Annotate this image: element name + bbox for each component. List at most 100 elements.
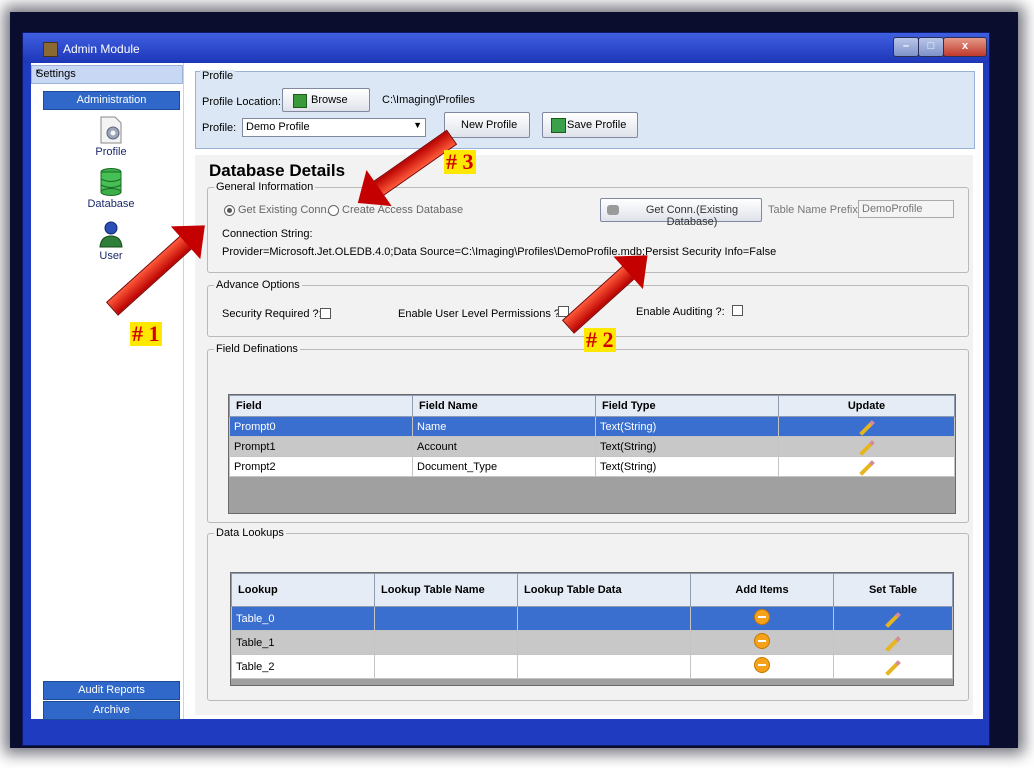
cell-lookup[interactable]: Table_1 xyxy=(231,630,375,655)
close-button[interactable]: x xyxy=(943,37,987,57)
browse-icon xyxy=(293,94,307,108)
update-cell[interactable] xyxy=(778,456,955,477)
lookup-grid: Lookup Lookup Table Name Lookup Table Da… xyxy=(230,572,954,686)
cell-lookup-data[interactable] xyxy=(517,606,691,631)
set-table-cell[interactable] xyxy=(833,630,953,655)
column-header[interactable]: Lookup xyxy=(231,573,375,607)
add-items-cell[interactable] xyxy=(690,654,834,679)
set-table-cell[interactable] xyxy=(833,606,953,631)
table-row[interactable]: Table_2 xyxy=(231,654,953,679)
table-row[interactable]: Prompt0 Name Text(String) xyxy=(229,416,955,437)
data-lookups-legend: Data Lookups xyxy=(214,527,286,539)
app-window: Admin Module – □ x Settings ᵖ Administra… xyxy=(22,32,990,746)
radio-existing[interactable] xyxy=(224,205,235,216)
sidebar-item-label: Database xyxy=(87,198,135,210)
cell-lookup-name[interactable] xyxy=(374,606,518,631)
add-items-icon[interactable] xyxy=(754,633,770,649)
security-label: Security Required ?: xyxy=(222,308,322,320)
security-checkbox[interactable] xyxy=(320,308,331,319)
column-header[interactable]: Update xyxy=(778,395,955,417)
column-header[interactable]: Lookup Table Data xyxy=(517,573,691,607)
update-cell[interactable] xyxy=(778,416,955,437)
field-grid: Field Field Name Field Type Update Promp… xyxy=(228,394,956,514)
app-icon xyxy=(43,42,58,57)
user-level-label: Enable User Level Permissions ?: xyxy=(398,308,564,320)
table-row[interactable]: Prompt1 Account Text(String) xyxy=(229,436,955,457)
cell-field-type[interactable]: Text(String) xyxy=(595,416,779,437)
table-row[interactable]: Table_1 xyxy=(231,630,953,655)
add-items-cell[interactable] xyxy=(690,606,834,631)
add-items-icon[interactable] xyxy=(754,657,770,673)
cell-lookup-data[interactable] xyxy=(517,654,691,679)
set-table-cell[interactable] xyxy=(833,654,953,679)
cell-field-name[interactable]: Name xyxy=(412,416,596,437)
save-profile-button[interactable]: Save Profile xyxy=(542,112,638,138)
window-title: Admin Module xyxy=(63,42,140,56)
cell-field-name[interactable]: Account xyxy=(412,436,596,457)
sidebar-item-profile[interactable]: Profile xyxy=(71,115,151,163)
auditing-checkbox[interactable] xyxy=(732,305,743,316)
prefix-input[interactable]: DemoProfile xyxy=(858,200,954,218)
cell-field-type[interactable]: Text(String) xyxy=(595,436,779,457)
sidebar-item-user[interactable]: User xyxy=(71,219,151,267)
cell-lookup-data[interactable] xyxy=(517,630,691,655)
table-row[interactable]: Prompt2 Document_Type Text(String) xyxy=(229,456,955,477)
maximize-button[interactable]: □ xyxy=(918,37,944,57)
cell-lookup[interactable]: Table_2 xyxy=(231,654,375,679)
pencil-icon[interactable] xyxy=(858,459,875,476)
column-header[interactable]: Lookup Table Name xyxy=(374,573,518,607)
radio-create[interactable] xyxy=(328,205,339,216)
get-conn-button[interactable]: Get Conn.(Existing Database) xyxy=(600,198,762,228)
cell-field[interactable]: Prompt1 xyxy=(229,436,413,457)
cell-field[interactable]: Prompt0 xyxy=(229,416,413,437)
annotation-label-1: # 1 xyxy=(130,321,162,346)
title-bar: Admin Module – □ x xyxy=(23,33,989,63)
cell-field[interactable]: Prompt2 xyxy=(229,456,413,477)
pencil-icon[interactable] xyxy=(885,635,901,652)
database-panel: Database Details General Information Get… xyxy=(195,155,973,715)
table-row[interactable]: Table_0 xyxy=(231,606,953,631)
administration-button[interactable]: Administration xyxy=(43,91,180,110)
column-header[interactable]: Set Table xyxy=(833,573,953,607)
new-profile-button[interactable]: New Profile xyxy=(444,112,530,138)
cell-lookup-name[interactable] xyxy=(374,654,518,679)
sidebar-item-label: Profile xyxy=(95,146,127,158)
archive-button[interactable]: Archive xyxy=(43,701,180,720)
chevron-down-icon: ▼ xyxy=(413,120,422,130)
minimize-button[interactable]: – xyxy=(893,37,919,57)
browse-label: Browse xyxy=(311,94,348,106)
column-header[interactable]: Field Type xyxy=(595,395,779,417)
cell-field-name[interactable]: Document_Type xyxy=(412,456,596,477)
annotation-label-2: # 2 xyxy=(584,327,616,352)
pencil-icon[interactable] xyxy=(885,659,901,676)
database-icon xyxy=(100,168,122,196)
pencil-icon[interactable] xyxy=(858,439,875,456)
column-header[interactable]: Field xyxy=(229,395,413,417)
user-icon xyxy=(99,221,123,248)
settings-header: Settings ᵖ xyxy=(31,65,183,84)
advance-options-legend: Advance Options xyxy=(214,279,302,291)
field-definitions-group: Field Definations Field Field Name Field… xyxy=(207,343,969,523)
profile-panel: Profile Profile Location: Browse C:\Imag… xyxy=(195,70,975,149)
sidebar-item-label: User xyxy=(99,250,123,262)
cell-lookup[interactable]: Table_0 xyxy=(231,606,375,631)
profile-select[interactable]: Demo Profile ▼ xyxy=(242,118,426,137)
add-items-cell[interactable] xyxy=(690,630,834,655)
cell-lookup-name[interactable] xyxy=(374,630,518,655)
pencil-icon[interactable] xyxy=(858,419,875,436)
prefix-label: Table Name Prefix: xyxy=(768,204,861,216)
browse-button[interactable]: Browse xyxy=(282,88,370,112)
profile-location-value: C:\Imaging\Profiles xyxy=(382,94,475,106)
annotation-label-3: # 3 xyxy=(444,149,476,174)
add-items-icon[interactable] xyxy=(754,609,770,625)
pin-icon[interactable]: ᵖ xyxy=(36,68,177,79)
cell-field-type[interactable]: Text(String) xyxy=(595,456,779,477)
sidebar-item-database[interactable]: Database xyxy=(71,167,151,215)
pencil-icon[interactable] xyxy=(885,611,901,628)
plug-icon xyxy=(607,205,619,215)
column-header[interactable]: Field Name xyxy=(412,395,596,417)
profile-label: Profile: xyxy=(202,122,237,134)
update-cell[interactable] xyxy=(778,436,955,457)
audit-reports-button[interactable]: Audit Reports xyxy=(43,681,180,700)
column-header[interactable]: Add Items xyxy=(690,573,834,607)
